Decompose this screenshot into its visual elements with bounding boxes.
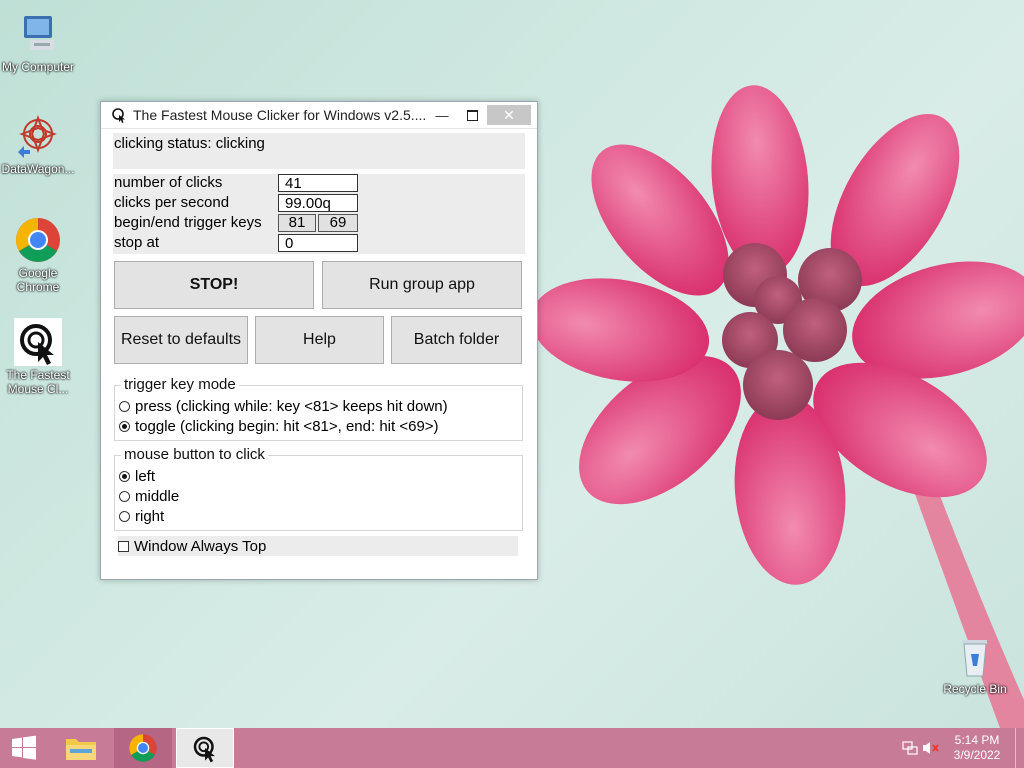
trigger-mode-toggle-radio[interactable]: toggle (clicking begin: hit <81>, end: h… — [119, 416, 439, 436]
trigger-mode-label: trigger key mode — [121, 376, 239, 393]
trigger-mode-press-radio[interactable]: press (clicking while: key <81> keeps hi… — [119, 396, 448, 416]
chrome-icon — [129, 734, 157, 762]
minimize-icon: — — [435, 107, 449, 123]
start-button[interactable] — [0, 728, 48, 768]
datawagon-icon — [14, 112, 62, 160]
trigger-begin-key[interactable]: 81 — [278, 214, 316, 232]
maximize-icon — [466, 109, 478, 121]
mouse-button-group: mouse button to click left middle right — [114, 446, 523, 531]
cps-field[interactable]: 99.00q — [278, 194, 358, 212]
mouse-clicker-window: The Fastest Mouse Clicker for Windows v2… — [100, 101, 538, 580]
mouse-clicker-icon — [193, 736, 215, 763]
radio-selected-icon — [119, 470, 130, 482]
mouse-clicker-icon — [111, 107, 127, 123]
close-button[interactable]: ✕ — [487, 105, 531, 125]
taskbar-mouse-clicker[interactable] — [176, 728, 234, 768]
clicks-label: number of clicks — [114, 174, 223, 191]
run-group-app-button[interactable]: Run group app — [322, 261, 522, 309]
always-top-checkbox[interactable]: Window Always Top — [118, 536, 518, 556]
mouse-button-label: mouse button to click — [121, 446, 268, 463]
minimize-button[interactable]: — — [427, 105, 457, 125]
clock-time: 5:14 PM — [954, 733, 1000, 747]
desktop-icon-datawagon[interactable]: DataWagon... — [0, 112, 76, 176]
trigger-keys-label: begin/end trigger keys — [114, 214, 262, 231]
batch-folder-button[interactable]: Batch folder — [391, 316, 522, 364]
window-content: clicking status: clicking number of clic… — [101, 129, 537, 584]
parameters-panel: number of clicks 41 clicks per second 99… — [113, 174, 525, 254]
close-icon: ✕ — [503, 106, 515, 123]
option-label: middle — [135, 487, 180, 505]
window-title: The Fastest Mouse Clicker for Windows v2… — [133, 107, 427, 123]
taskbar-google-chrome[interactable] — [114, 728, 172, 768]
volume-muted-icon[interactable] — [922, 740, 940, 759]
maximize-button[interactable] — [457, 105, 487, 125]
clock[interactable]: 5:14 PM 3/9/2022 — [952, 733, 1002, 763]
desktop-icon-mouse-clicker[interactable]: The Fastest Mouse Cl... — [0, 318, 76, 396]
option-label: left — [135, 467, 156, 485]
checkbox-icon — [118, 540, 129, 552]
taskbar-file-explorer[interactable] — [56, 728, 106, 768]
cps-label: clicks per second — [114, 194, 230, 211]
taskbar: 5:14 PM 3/9/2022 — [0, 728, 1024, 768]
windows-icon — [12, 735, 36, 760]
desktop-icon-recycle-bin[interactable]: Recycle Bin — [937, 632, 1013, 696]
folder-icon — [66, 739, 96, 760]
controls-area: STOP! Run group app Reset to defaults He… — [113, 254, 525, 584]
desktop-icon-label: DataWagon... — [1, 162, 75, 176]
mouse-button-right-radio[interactable]: right — [119, 506, 164, 526]
radio-icon — [119, 400, 130, 412]
trigger-mode-group: trigger key mode press (clicking while: … — [114, 376, 523, 441]
reset-defaults-button[interactable]: Reset to defaults — [114, 316, 248, 364]
radio-icon — [119, 510, 130, 522]
clicks-field[interactable]: 41 — [278, 174, 358, 192]
stop-button[interactable]: STOP! — [114, 261, 314, 309]
option-label: right — [135, 507, 165, 525]
checkbox-label: Window Always Top — [134, 537, 267, 555]
radio-selected-icon — [119, 420, 130, 432]
stop-at-field[interactable]: 0 — [278, 234, 358, 252]
radio-icon — [119, 490, 130, 502]
stop-at-label: stop at — [114, 234, 160, 251]
computer-icon — [14, 10, 62, 58]
mouse-button-left-radio[interactable]: left — [119, 466, 155, 486]
mouse-clicker-icon — [14, 318, 62, 366]
recycle-bin-icon — [951, 632, 999, 680]
chrome-icon — [14, 216, 62, 264]
desktop-icon-google-chrome[interactable]: Google Chrome — [0, 216, 76, 294]
option-label: press (clicking while: key <81> keeps hi… — [135, 397, 448, 415]
desktop-icon-label: Recycle Bin — [943, 682, 1007, 696]
clicking-status: clicking status: clicking — [113, 133, 525, 169]
network-icon[interactable] — [902, 740, 918, 759]
window-titlebar[interactable]: The Fastest Mouse Clicker for Windows v2… — [101, 102, 537, 129]
desktop-icon-label: Google Chrome — [16, 266, 60, 294]
desktop-icon-my-computer[interactable]: My Computer — [0, 10, 76, 74]
show-desktop-button[interactable] — [1015, 728, 1024, 768]
desktop-icon-label: The Fastest Mouse Cl... — [6, 368, 70, 396]
trigger-end-key[interactable]: 69 — [318, 214, 358, 232]
help-button[interactable]: Help — [255, 316, 384, 364]
desktop-icon-label: My Computer — [1, 60, 75, 74]
clock-date: 3/9/2022 — [953, 748, 1001, 762]
option-label: toggle (clicking begin: hit <81>, end: h… — [135, 417, 439, 435]
mouse-button-middle-radio[interactable]: middle — [119, 486, 179, 506]
